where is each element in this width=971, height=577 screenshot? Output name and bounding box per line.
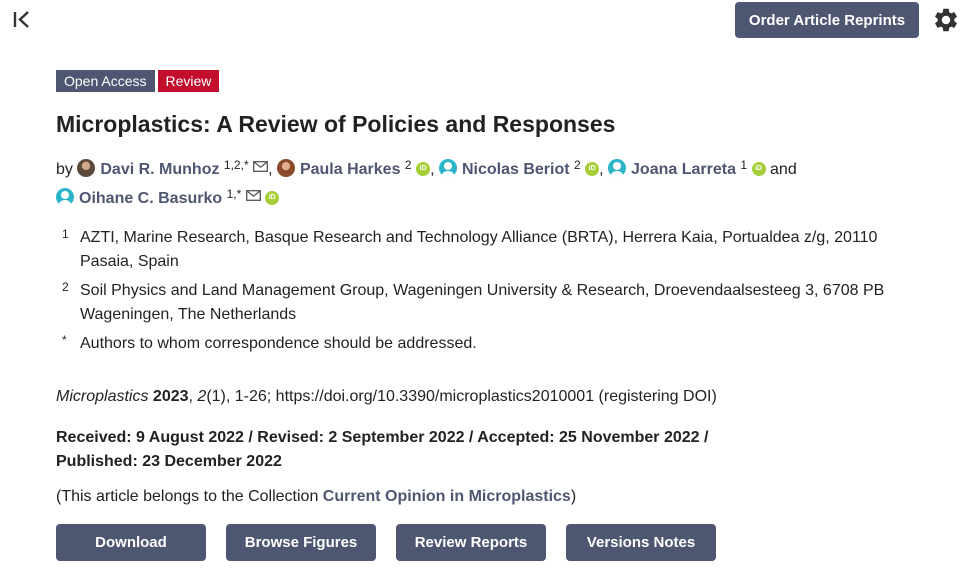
orcid-icon[interactable]: iD [751,162,766,176]
author-name[interactable]: Davi R. Munhoz [100,161,219,178]
author-name[interactable]: Nicolas Beriot [462,161,570,178]
collection-link[interactable]: Current Opinion in Microplastics [323,488,571,505]
collection-note: (This article belongs to the Collection … [56,488,576,506]
user-avatar-icon [608,159,627,177]
journal-name: Microplastics [56,388,149,405]
collection-prefix: (This article belongs to the Collection [56,488,323,505]
affiliation-text: AZTI, Marine Research, Basque Research a… [80,229,878,270]
author-name[interactable]: Paula Harkes [300,161,401,178]
review-badge: Review [157,70,220,92]
affiliation-item: * Authors to whom correspondence should … [62,332,932,356]
versions-notes-button[interactable]: Versions Notes [566,524,716,561]
article-badges: Open Access Review [56,70,220,92]
affiliation-marker: 2 [62,280,69,294]
browse-figures-button[interactable]: Browse Figures [226,524,376,561]
envelope-icon[interactable] [253,155,269,180]
author-name[interactable]: Oihane C. Basurko [79,190,222,207]
author-affiliation-marker: 2 [574,158,581,172]
article-title: Microplastics: A Review of Policies and … [56,111,616,137]
citation-year: 2023 [152,388,189,405]
by-label: by [56,161,73,178]
author-affiliation-marker: 2 [404,158,412,172]
author-affiliation-marker: 1,* [226,187,242,201]
publication-dates: Received: 9 August 2022 / Revised: 2 Sep… [56,426,708,474]
dates-line: Published: 23 December 2022 [56,453,282,470]
orcid-icon[interactable]: iD [585,162,600,176]
download-button[interactable]: Download [56,524,206,561]
envelope-icon[interactable] [245,184,261,209]
open-access-badge[interactable]: Open Access [56,70,155,92]
author-affiliation-marker: 1 [740,158,748,172]
affiliation-marker: * [62,333,67,347]
citation-issue-pages: (1), 1-26; https://doi.org/10.3390/micro… [206,388,717,405]
author-photo [276,159,295,177]
author-photo [77,159,96,177]
affiliation-text: Soil Physics and Land Management Group, … [80,282,885,323]
author-affiliation-marker: 1,2,* [223,158,249,172]
article-actions: Download Browse Figures Review Reports V… [56,524,716,561]
citation-line: Microplastics 2023, 2(1), 1-26; https://… [56,388,717,405]
citation-volume: 2 [197,388,207,405]
user-avatar-icon [56,188,74,206]
dates-line: Received: 9 August 2022 / Revised: 2 Sep… [56,429,709,446]
user-avatar-icon [438,159,457,177]
affiliation-item: 2 Soil Physics and Land Management Group… [62,279,932,327]
collapse-left-icon[interactable] [12,8,34,32]
and-label: and [770,161,797,178]
affiliation-text: Authors to whom correspondence should be… [80,335,477,352]
gear-icon[interactable] [932,6,960,34]
affiliations: 1 AZTI, Marine Research, Basque Research… [62,226,932,356]
orcid-icon[interactable]: iD [265,191,280,205]
affiliation-marker: 1 [62,227,69,241]
orcid-icon[interactable]: iD [416,162,431,176]
review-reports-button[interactable]: Review Reports [396,524,546,561]
order-reprints-button[interactable]: Order Article Reprints [735,2,919,38]
collection-suffix: ) [570,488,577,505]
author-list: by Davi R. Munhoz 1,2,* , Paula Harkes 2… [56,153,936,211]
affiliation-item: 1 AZTI, Marine Research, Basque Research… [62,226,932,274]
author-name[interactable]: Joana Larreta [631,161,736,178]
